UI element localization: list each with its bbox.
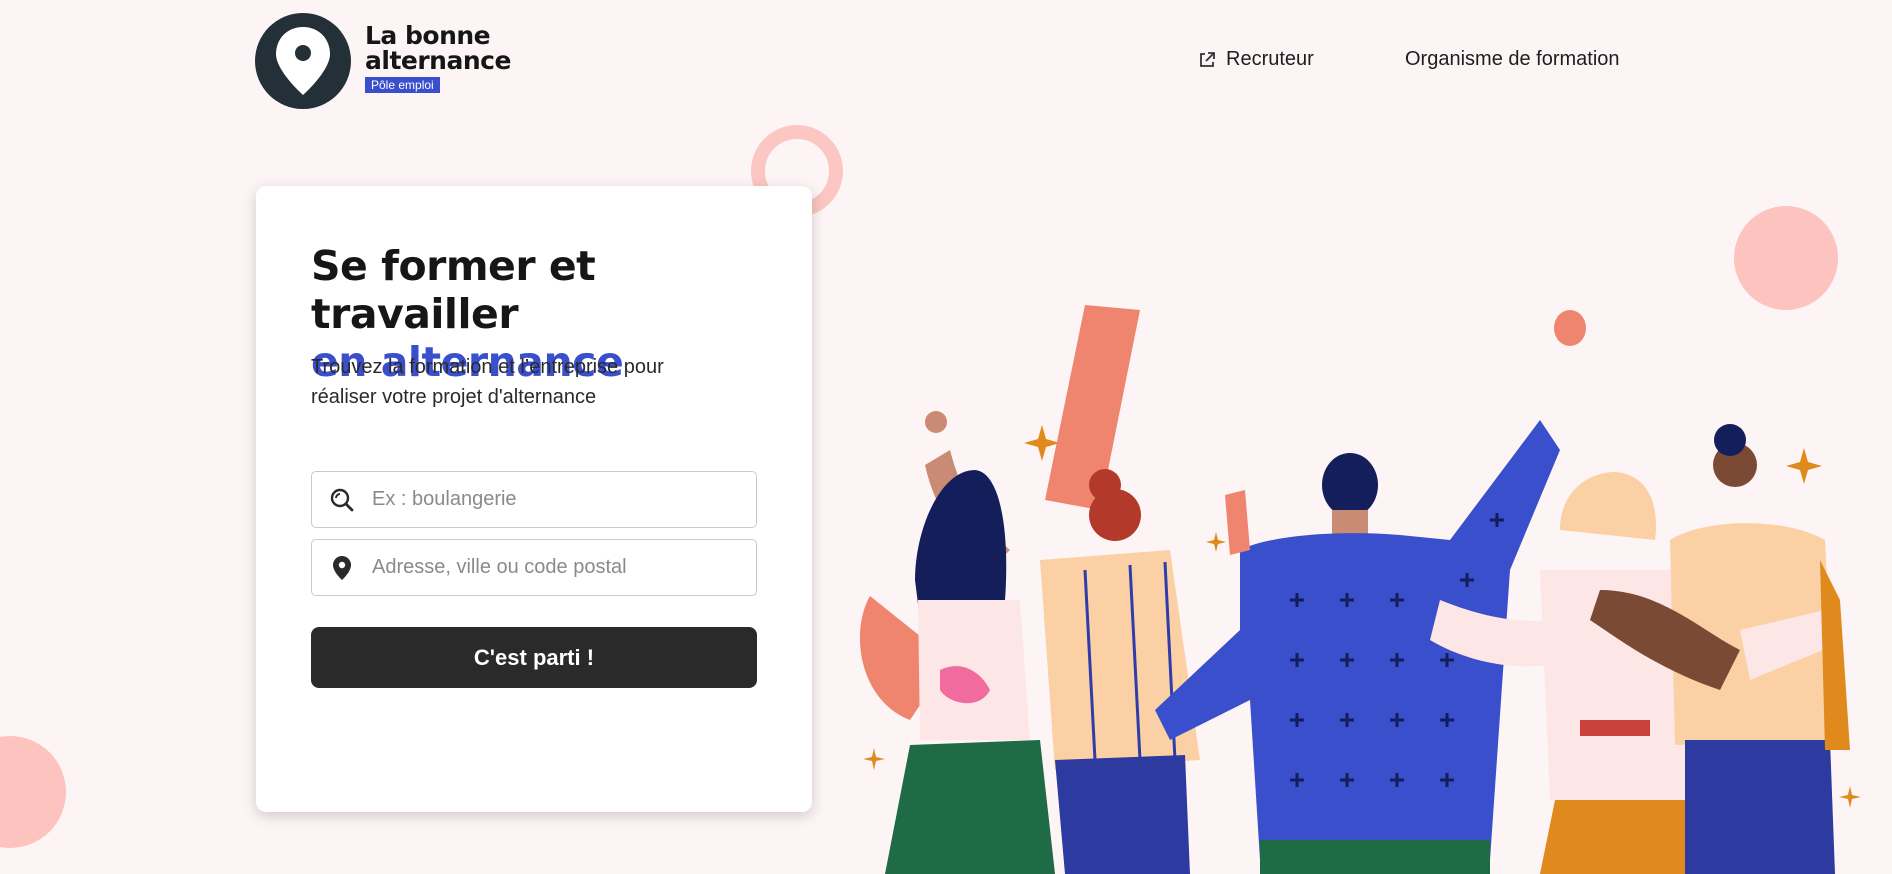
nav-link-recruteur[interactable]: Recruteur bbox=[1198, 48, 1314, 71]
submit-search-button[interactable]: C'est parti ! bbox=[311, 627, 757, 688]
decorative-circle-left bbox=[0, 736, 66, 848]
search-icon bbox=[312, 487, 372, 513]
site-logo[interactable]: La bonne alternance Pôle emploi bbox=[255, 13, 511, 109]
page-subtitle: Trouvez la formation et l’entreprise pou… bbox=[311, 356, 664, 408]
pole-emploi-badge: Pôle emploi bbox=[365, 77, 440, 93]
title-line-1: Se former et travailler bbox=[311, 242, 596, 338]
nav-link-organisme[interactable]: Organisme de formation bbox=[1405, 48, 1620, 71]
nav-recruteur-label: Recruteur bbox=[1226, 48, 1314, 70]
decorative-circle bbox=[1734, 206, 1838, 310]
nav-organisme-label: Organisme de formation bbox=[1405, 48, 1620, 70]
map-marker-icon bbox=[312, 555, 372, 581]
search-card: Se former et travailler en alternance Tr… bbox=[256, 186, 812, 812]
job-search-field[interactable] bbox=[311, 471, 757, 528]
site-header: La bonne alternance Pôle emploi Recruteu… bbox=[0, 0, 1892, 120]
location-pin-icon bbox=[255, 13, 351, 109]
logo-line-2: alternance bbox=[365, 46, 511, 75]
location-search-input[interactable] bbox=[372, 556, 742, 579]
job-search-input[interactable] bbox=[372, 488, 742, 511]
logo-line-1: La bonne bbox=[365, 21, 491, 50]
external-link-icon bbox=[1200, 51, 1215, 67]
people-celebrating-illustration bbox=[859, 305, 1861, 874]
location-search-field[interactable] bbox=[311, 539, 757, 596]
logo-text: La bonne alternance Pôle emploi bbox=[365, 23, 511, 93]
